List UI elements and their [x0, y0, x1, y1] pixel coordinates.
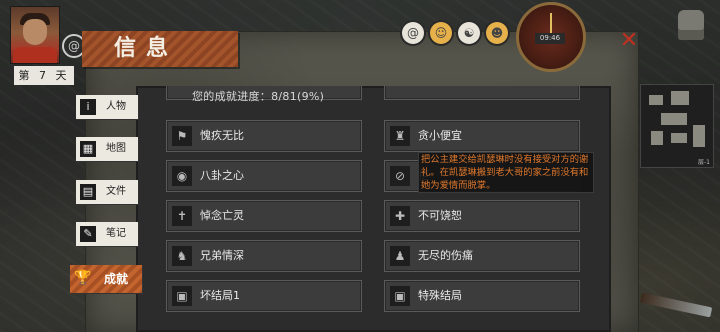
mood-icon[interactable]: ☻ — [486, 22, 508, 44]
achievement-name: 不可饶恕 — [418, 209, 462, 222]
ring-status-icon[interactable]: @ — [402, 22, 424, 44]
file-icon: ▤ — [80, 184, 96, 200]
page-title: 信息 — [82, 31, 238, 67]
info-icon: i — [80, 99, 96, 115]
achievement-item[interactable] — [384, 86, 580, 100]
achievement-name: 无尽的伤痛 — [418, 249, 473, 262]
close-x-icon[interactable]: ✕ — [618, 30, 640, 52]
tab-files[interactable]: ▤ 文件 — [76, 180, 138, 204]
tab-label: 文件 — [106, 186, 126, 197]
avatar-shirt — [13, 47, 57, 63]
minimap[interactable]: 层-1 — [640, 84, 714, 168]
tab-characters[interactable]: i 人物 — [76, 95, 138, 119]
tab-label: 地图 — [106, 143, 126, 154]
tab-label: 笔记 — [106, 228, 126, 239]
achievement-name: 悼念亡灵 — [200, 209, 244, 222]
achievement-item[interactable]: ♞ 兄弟情深 — [166, 240, 362, 272]
avatar-face — [23, 19, 47, 45]
achievement-name: 八卦之心 — [200, 169, 244, 182]
achievement-item[interactable]: ◉ 八卦之心 — [166, 160, 362, 192]
achievement-icon: ⊘ — [390, 166, 410, 186]
minimap-room — [661, 113, 687, 125]
clock-time: 09:46 — [535, 33, 565, 44]
trophy-icon: 🏆 — [74, 270, 92, 286]
achievement-item[interactable]: ✚ 不可饶恕 — [384, 200, 580, 232]
clock-dial: 09:46 — [516, 2, 586, 72]
achievement-icon: ▣ — [172, 286, 192, 306]
achievement-item[interactable]: ▣ 坏结局1 — [166, 280, 362, 312]
achievements-list-area[interactable]: ⚑ 愧疚无比 ◉ 八卦之心 ✝ 悼念亡灵 ♞ 兄弟情深 ▣ 坏结局1 ♜ 贪小便… — [136, 86, 611, 332]
day-counter: 第 7 天 — [14, 66, 74, 85]
achievement-name: 兄弟情深 — [200, 249, 244, 262]
water-icon[interactable]: ☯ — [458, 22, 480, 44]
tab-label: 人物 — [106, 101, 126, 112]
achievement-item[interactable]: ✝ 悼念亡灵 — [166, 200, 362, 232]
food-icon[interactable]: ☺ — [430, 22, 452, 44]
achievement-name: 贪小便宜 — [418, 129, 462, 142]
achievement-item[interactable]: ♜ 贪小便宜 — [384, 120, 580, 152]
notes-icon: ✎ — [80, 226, 96, 242]
tab-notes[interactable]: ✎ 笔记 — [76, 222, 138, 246]
achievement-icon: ✚ — [390, 206, 410, 226]
tab-label: 成就 — [104, 272, 129, 286]
achievement-icon: ⚑ — [172, 126, 192, 146]
achievement-icon: ♟ — [390, 246, 410, 266]
minimap-room — [649, 95, 663, 105]
tab-achievements[interactable]: 🏆 成就 — [70, 265, 142, 293]
achievement-icon: ◉ — [172, 166, 192, 186]
achievement-name: 坏结局1 — [200, 289, 240, 302]
minimap-room — [693, 125, 705, 147]
achievement-icon: ▣ — [390, 286, 410, 306]
backpack-icon[interactable] — [678, 10, 704, 40]
minimap-room — [651, 131, 663, 145]
achievement-progress: 您的成就进度：8/81(9%) — [192, 90, 325, 103]
achievement-icon: ♜ — [390, 126, 410, 146]
achievement-item[interactable]: ▣ 特殊结局 — [384, 280, 580, 312]
achievement-tooltip: 把公主建交给凯瑟琳时没有接受对方的谢礼。在凯瑟琳搬到老大哥的家之前没有和她为爱情… — [418, 152, 594, 193]
minimap-floor-label: 层-1 — [698, 159, 710, 166]
map-icon: ▦ — [80, 141, 96, 157]
achievement-name: 愧疚无比 — [200, 129, 244, 142]
minimap-room — [671, 91, 689, 105]
character-avatar[interactable] — [10, 6, 60, 64]
achievement-item[interactable]: ♟ 无尽的伤痛 — [384, 240, 580, 272]
achievement-name: 特殊结局 — [418, 289, 462, 302]
tab-map[interactable]: ▦ 地图 — [76, 137, 138, 161]
minimap-room — [671, 133, 687, 143]
achievement-item[interactable]: ⚑ 愧疚无比 — [166, 120, 362, 152]
achievement-icon: ✝ — [172, 206, 192, 226]
achievement-icon: ♞ — [172, 246, 192, 266]
